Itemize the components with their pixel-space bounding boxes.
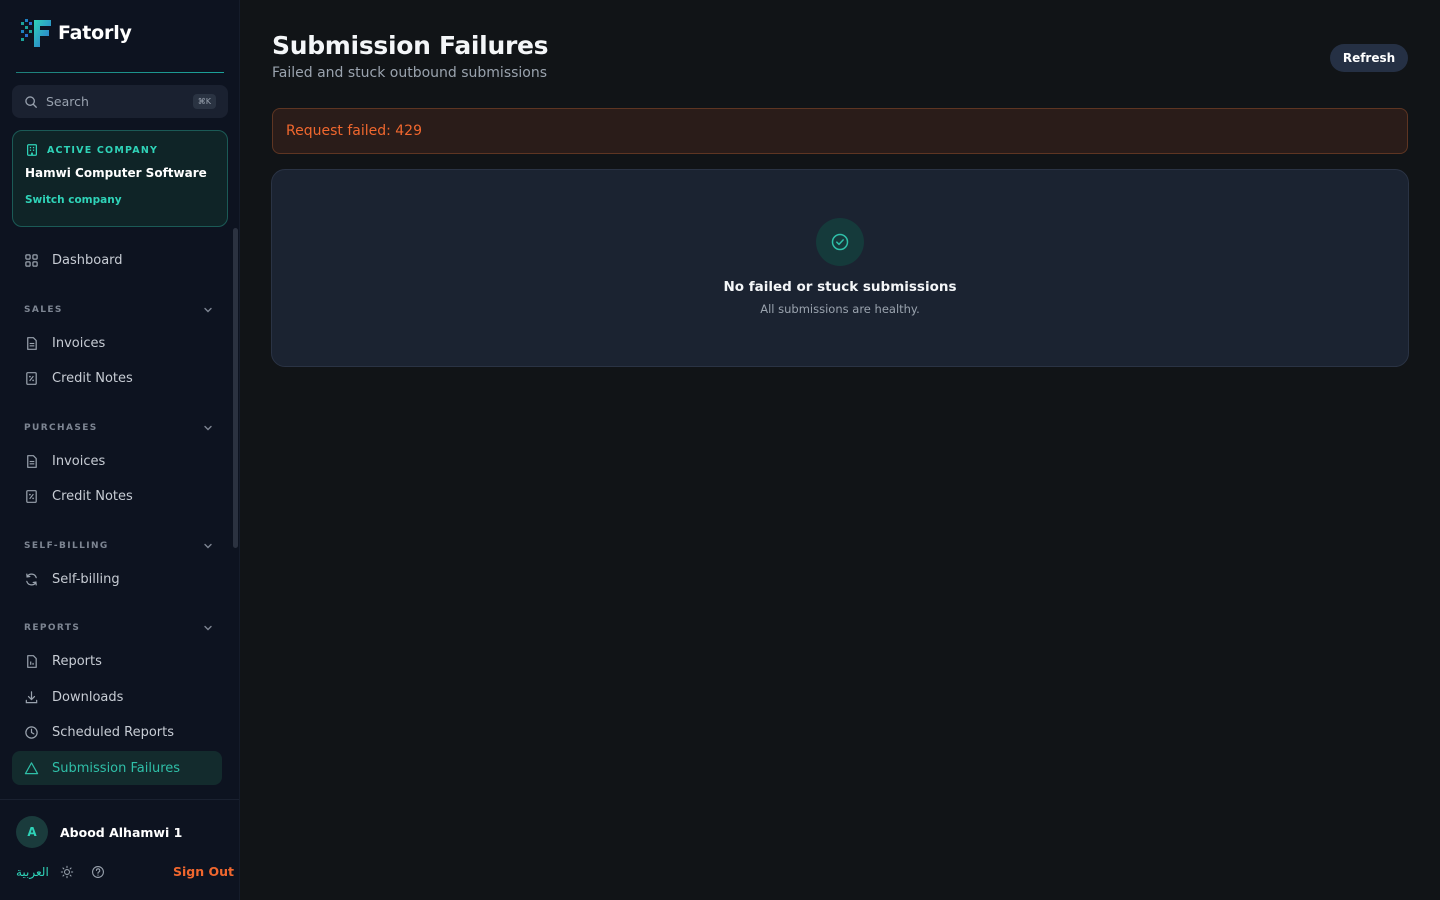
sidebar-item-label: Credit Notes xyxy=(52,488,133,504)
section-header-purchases[interactable]: PURCHASES xyxy=(24,420,214,436)
search-placeholder: Search xyxy=(46,94,89,109)
section-title: REPORTS xyxy=(24,623,81,633)
sidebar-item-label: Invoices xyxy=(52,335,106,351)
empty-state-title: No failed or stuck submissions xyxy=(723,279,957,295)
section-title: PURCHASES xyxy=(24,423,98,433)
page-subtitle: Failed and stuck outbound submissions xyxy=(272,65,548,81)
document-icon xyxy=(27,336,37,350)
sidebar-item-label: Reports xyxy=(52,653,102,669)
fatorly-logo-icon xyxy=(21,19,51,47)
chevron-down-icon xyxy=(204,307,212,313)
section-title: SELF-BILLING xyxy=(24,541,109,551)
empty-state-icon-badge xyxy=(816,218,864,266)
active-company-card: ACTIVE COMPANY Hamwi Computer Software S… xyxy=(12,130,228,227)
user-name: Abood Alhamwi 1 xyxy=(60,825,183,840)
page-title: Submission Failures xyxy=(272,31,549,60)
language-toggle[interactable]: العربية xyxy=(16,865,49,879)
error-banner: Request failed: 429 xyxy=(272,108,1408,154)
sidebar-item-purchases-invoices[interactable]: Invoices xyxy=(12,444,222,478)
sidebar-item-dashboard[interactable]: Dashboard xyxy=(12,243,222,277)
brand-divider xyxy=(16,72,224,73)
company-name: Hamwi Computer Software xyxy=(25,166,207,180)
sidebar-item-submission-failures[interactable]: Submission Failures xyxy=(12,751,222,785)
sidebar-item-purchases-credit-notes[interactable]: Credit Notes xyxy=(12,479,222,513)
empty-state-subtitle: All submissions are healthy. xyxy=(760,302,920,316)
error-message: Request failed: 429 xyxy=(286,123,422,139)
warning-triangle-icon xyxy=(24,761,39,774)
clock-icon xyxy=(25,725,38,739)
empty-state-card: No failed or stuck submissions All submi… xyxy=(271,169,1409,367)
report-document-icon xyxy=(27,654,37,668)
section-title: SALES xyxy=(24,305,63,315)
receipt-percent-icon xyxy=(26,371,37,385)
sidebar-item-reports[interactable]: Reports xyxy=(12,644,222,678)
sun-icon[interactable] xyxy=(60,865,74,879)
active-company-label: ACTIVE COMPANY xyxy=(47,144,159,156)
help-circle-icon[interactable] xyxy=(91,865,105,879)
avatar[interactable]: A xyxy=(16,816,48,848)
switch-company-link[interactable]: Switch company xyxy=(25,194,122,206)
user-panel: A Abood Alhamwi 1 العربية Sign Out xyxy=(0,799,239,900)
section-header-sales[interactable]: SALES xyxy=(24,302,214,318)
refresh-cycle-icon xyxy=(26,572,37,586)
brand-name: Fatorly xyxy=(58,22,132,44)
sidebar: Fatorly Search ⌘K ACTIVE COMPANY Hamwi C… xyxy=(0,0,240,900)
sidebar-item-label: Invoices xyxy=(52,453,106,469)
chevron-down-icon xyxy=(204,425,212,431)
chevron-down-icon xyxy=(204,625,212,631)
sidebar-item-self-billing[interactable]: Self-billing xyxy=(12,562,222,596)
sidebar-item-downloads[interactable]: Downloads xyxy=(12,680,222,714)
download-icon xyxy=(25,690,38,703)
check-circle-icon xyxy=(831,233,849,251)
sidebar-item-label: Submission Failures xyxy=(52,760,181,776)
refresh-button[interactable]: Refresh xyxy=(1330,44,1408,72)
brand[interactable]: Fatorly xyxy=(20,17,132,49)
sidebar-item-sales-invoices[interactable]: Invoices xyxy=(12,326,222,360)
sidebar-item-sales-credit-notes[interactable]: Credit Notes xyxy=(12,361,222,395)
building-icon xyxy=(27,144,37,156)
sidebar-item-label: Dashboard xyxy=(52,252,123,268)
section-header-reports[interactable]: REPORTS xyxy=(24,620,214,636)
sign-out-button[interactable]: Sign Out xyxy=(173,864,234,879)
document-icon xyxy=(27,454,37,468)
sidebar-item-scheduled-reports[interactable]: Scheduled Reports xyxy=(12,715,222,749)
sidebar-item-label: Downloads xyxy=(52,689,124,705)
search-input[interactable]: Search ⌘K xyxy=(12,85,228,118)
search-shortcut-badge: ⌘K xyxy=(192,94,216,109)
grid-icon xyxy=(25,253,38,267)
sidebar-item-label: Scheduled Reports xyxy=(52,724,174,740)
search-icon xyxy=(25,95,37,108)
sidebar-item-label: Self-billing xyxy=(52,571,120,587)
sidebar-item-label: Credit Notes xyxy=(52,370,133,386)
chevron-down-icon xyxy=(204,543,212,549)
sidebar-scrollbar[interactable] xyxy=(233,228,238,548)
section-header-self-billing[interactable]: SELF-BILLING xyxy=(24,538,214,554)
receipt-percent-icon xyxy=(26,489,37,503)
